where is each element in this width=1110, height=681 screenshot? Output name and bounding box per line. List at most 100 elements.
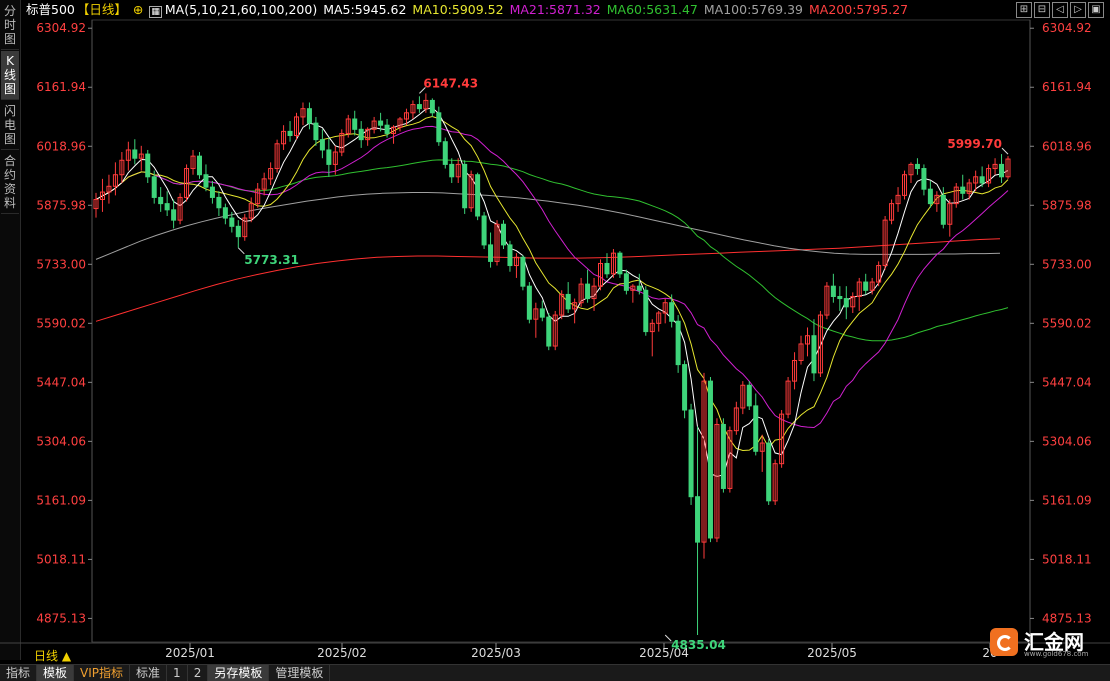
x-tick-label: 2025/05: [807, 646, 857, 660]
candle-down: [520, 256, 526, 287]
candle-down: [837, 296, 843, 300]
y-tick-label-left: 5875.98: [36, 198, 86, 212]
candle-down: [914, 163, 920, 170]
candle-down: [384, 124, 390, 134]
y-tick-label-right: 5733.00: [1042, 257, 1092, 271]
logo-url: www.gold678.com: [1024, 650, 1089, 658]
candle-down: [526, 285, 532, 320]
y-tick-label-right: 5018.11: [1042, 552, 1092, 566]
candle-down: [216, 196, 222, 209]
y-tick-label-left: 5447.04: [36, 375, 86, 389]
candle-down: [753, 405, 759, 452]
annotation-pointer: [1001, 147, 1009, 155]
period-selector[interactable]: 日线 ▲: [34, 647, 71, 664]
candle-down: [352, 118, 358, 130]
candle-down: [960, 186, 966, 194]
candle-down: [442, 141, 448, 165]
y-tick-label-right: 6161.94: [1042, 80, 1092, 94]
candle-down: [416, 104, 422, 110]
candle-down: [636, 285, 642, 291]
btn-vip-indicators[interactable]: VIP指标: [74, 665, 131, 681]
annotation-last: 5999.70: [947, 137, 1002, 151]
candle-down: [643, 289, 649, 333]
x-tick-label: 2025/02: [317, 646, 367, 660]
candle-down: [766, 442, 772, 502]
btn-indicators[interactable]: 指标: [0, 665, 38, 681]
candle-down: [682, 364, 688, 411]
candle-down: [326, 149, 332, 165]
y-tick-label-right: 5304.06: [1042, 434, 1092, 448]
candle-down: [313, 122, 319, 141]
ma21-line: [95, 125, 1009, 429]
candle-down: [565, 293, 571, 310]
candle-down: [675, 320, 681, 366]
y-tick-label-right: 5447.04: [1042, 375, 1092, 389]
candle-down: [145, 153, 151, 178]
candle-down: [585, 283, 591, 300]
y-tick-label-right: 6018.96: [1042, 139, 1092, 153]
candle-down: [811, 335, 817, 374]
plot-frame: [91, 19, 1031, 643]
candle-down: [500, 223, 506, 246]
candle-down: [196, 155, 202, 176]
btn-standard[interactable]: 标准: [130, 665, 168, 681]
btn-save-template[interactable]: 另存模板: [208, 665, 270, 681]
candle-down: [462, 163, 468, 209]
candle-down: [539, 308, 545, 318]
candle-down: [617, 252, 623, 275]
candle-down: [979, 176, 985, 184]
candle-down: [235, 225, 241, 238]
candle-down: [229, 217, 235, 227]
candle-down: [151, 176, 157, 198]
candle-down: [132, 149, 138, 159]
candle-down: [203, 174, 209, 188]
y-tick-label-left: 6304.92: [36, 21, 86, 35]
candle-down: [358, 128, 364, 141]
candle-down: [843, 298, 849, 308]
candle-down: [707, 380, 713, 539]
candle-down: [488, 244, 494, 262]
y-tick-label-right: 4875.13: [1042, 611, 1092, 625]
candle-down: [604, 262, 610, 275]
btn-template-1[interactable]: 1: [167, 665, 188, 681]
btn-manage-template[interactable]: 管理模板: [269, 665, 331, 681]
btn-template[interactable]: 模板: [37, 665, 75, 681]
candle-down: [449, 163, 455, 178]
brand-logo: 汇金网 www.gold678.com: [990, 626, 1100, 660]
candle-down: [830, 285, 836, 298]
candle-down: [695, 496, 701, 543]
candle-down: [481, 215, 487, 246]
annotation-low_jan: 5773.31: [244, 253, 299, 267]
kline-chart[interactable]: 6304.92 6304.92 6161.94 6161.94 6018.96 6018.…: [0, 0, 1110, 660]
y-tick-label-left: 5590.02: [36, 316, 86, 330]
btn-template-2[interactable]: 2: [188, 665, 209, 681]
candle-down: [669, 302, 675, 322]
candle-down: [999, 163, 1005, 178]
y-tick-label-left: 5161.09: [36, 493, 86, 507]
candle-down: [287, 130, 293, 137]
candle-down: [158, 196, 164, 205]
ma10-line: [95, 115, 1009, 452]
x-tick-label: 2025/01: [165, 646, 215, 660]
annotation-low_apr: 4835.04: [671, 638, 726, 652]
candle-down: [436, 112, 442, 143]
candle-down: [378, 120, 384, 126]
candle-down: [222, 207, 228, 219]
candle-down: [863, 281, 869, 291]
y-tick-label-right: 6304.92: [1042, 21, 1092, 35]
bottom-toolbar: 指标 模板 VIP指标 标准 1 2 另存模板 管理模板: [0, 664, 1110, 681]
candle-down: [720, 423, 726, 489]
candle-down: [475, 174, 481, 217]
logo-icon: [990, 628, 1018, 656]
y-tick-label-left: 6161.94: [36, 80, 86, 94]
candle-down: [306, 108, 312, 124]
candle-down: [746, 384, 752, 407]
candle-down: [209, 186, 215, 198]
y-tick-label-left: 5733.00: [36, 257, 86, 271]
candle-down: [546, 316, 552, 347]
y-tick-label-left: 5018.11: [36, 552, 86, 566]
candle-down: [623, 273, 629, 291]
y-tick-label-right: 5590.02: [1042, 316, 1092, 330]
y-tick-label-right: 5875.98: [1042, 198, 1092, 212]
ma5-line: [95, 107, 1009, 478]
